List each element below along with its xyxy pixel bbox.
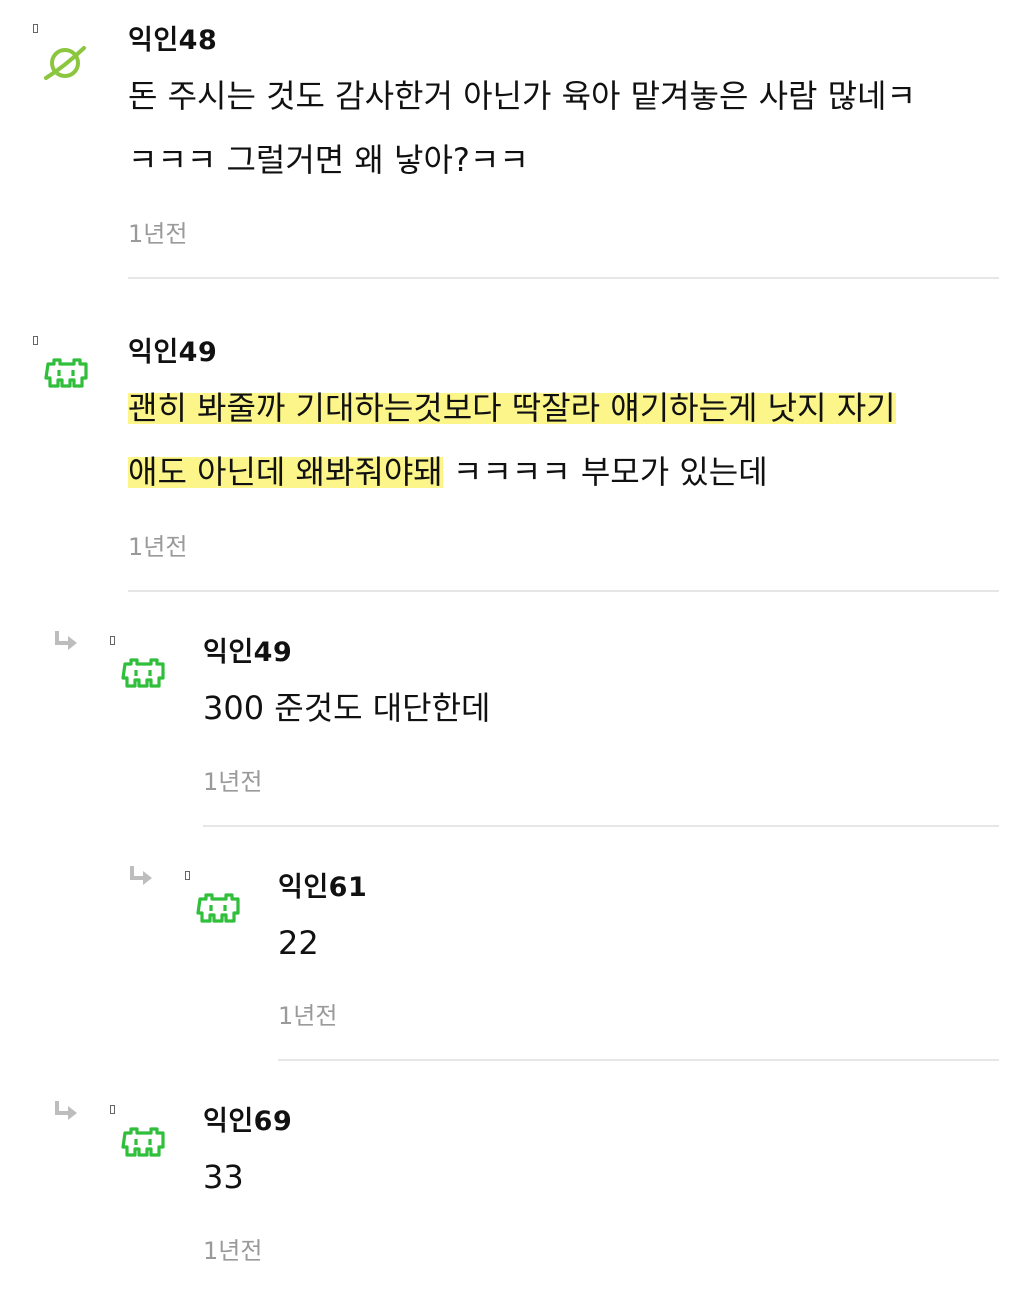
comment-author[interactable]: 익인69 [203,1099,292,1138]
space-invader-icon[interactable] [119,1119,169,1169]
reply-comment: 익인69 33 1년전 [0,0,1024,1293]
comment-time: 1년전 [203,1237,263,1265]
reply-arrow-icon [54,1100,80,1124]
comment-body: 33 [203,1145,244,1209]
comment-line: 33 [203,1158,244,1196]
badge-marker [110,1105,115,1114]
